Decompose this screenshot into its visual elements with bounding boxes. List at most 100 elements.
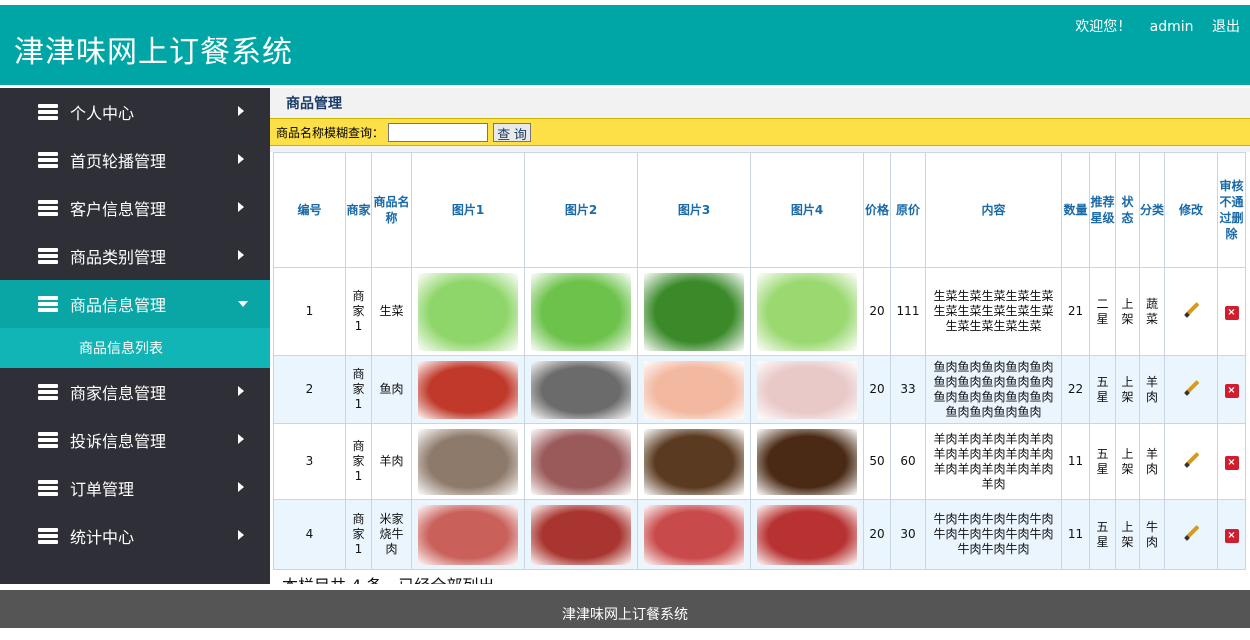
table-row: 4 商家1 米家烧牛肉 20 30 牛肉牛肉牛肉牛肉牛肉牛肉牛肉牛肉牛肉牛肉牛肉牛肉牛肉 1… xyxy=(273,499,1246,570)
product-image-2 xyxy=(531,360,631,419)
product-image-3 xyxy=(644,504,744,565)
cell-name: 生菜 xyxy=(379,304,404,318)
cell-quantity: 11 xyxy=(1067,527,1084,541)
product-image-2 xyxy=(531,428,631,495)
cell-content: 牛肉牛肉牛肉牛肉牛肉牛肉牛肉牛肉牛肉牛肉牛肉牛肉牛肉 xyxy=(933,512,1054,556)
column-header: 商品名称 xyxy=(371,152,412,268)
search-input[interactable] xyxy=(388,122,489,142)
product-image-1 xyxy=(418,360,518,419)
column-header: 推荐星级 xyxy=(1089,152,1116,268)
cell-shop: 商家1 xyxy=(352,439,365,483)
cell-quantity: 22 xyxy=(1067,382,1084,396)
cell-status: 上架 xyxy=(1121,519,1134,549)
cell-name: 米家烧牛肉 xyxy=(379,512,404,556)
sidebar-item-label: 个人中心 xyxy=(70,104,135,123)
cell-status: 上架 xyxy=(1121,446,1134,476)
main-content: 商品管理 商品名称模糊查询： 查 询 编号 商家 商品名称 图片1 图片2 图片3 图片4 价… xyxy=(270,88,1250,584)
product-image-2 xyxy=(531,504,631,565)
user-bar: 欢迎您！ admin 退出 xyxy=(1061,16,1240,36)
chevron-right-icon xyxy=(238,202,244,212)
table-row: 2 商家1 鱼肉 20 33 鱼肉鱼肉鱼肉鱼肉鱼肉鱼肉鱼肉鱼肉鱼肉鱼肉鱼肉鱼肉鱼肉鱼肉鱼肉… xyxy=(273,355,1246,424)
sidebar-item-3[interactable]: 商品类别管理 xyxy=(0,232,270,280)
table-row: 1 商家1 生菜 20 111 生菜生菜生菜生菜生菜生菜生菜生菜生菜生菜生菜生菜生菜生菜 2… xyxy=(273,267,1246,356)
delete-icon[interactable]: × xyxy=(1224,305,1239,320)
logout-link[interactable]: 退出 xyxy=(1212,19,1240,35)
sidebar-item-label: 订单管理 xyxy=(70,480,135,499)
cell-category: 蔬菜 xyxy=(1145,296,1158,326)
cell-price: 20 xyxy=(869,304,885,318)
sidebar-item-6[interactable]: 投诉信息管理 xyxy=(0,416,270,464)
sidebar-item-0[interactable]: 个人中心 xyxy=(0,88,270,136)
sidebar-item-8[interactable]: 统计中心 xyxy=(0,512,270,560)
sidebar-item-label: 统计中心 xyxy=(70,528,135,547)
cell-original-price: 111 xyxy=(896,304,920,318)
chevron-right-icon xyxy=(238,434,244,444)
sidebar-item-label: 商品类别管理 xyxy=(70,248,167,267)
cell-id: 1 xyxy=(305,304,314,318)
edit-icon[interactable] xyxy=(1183,451,1200,468)
sidebar-subitem-product-list[interactable]: 商品信息列表 xyxy=(0,328,270,368)
menu-icon xyxy=(38,480,60,496)
cell-quantity: 11 xyxy=(1067,454,1084,468)
table-row: 3 商家1 羊肉 50 60 羊肉羊肉羊肉羊肉羊肉羊肉羊肉羊肉羊肉羊肉羊肉羊肉羊肉羊肉羊肉… xyxy=(273,423,1246,500)
chevron-right-icon xyxy=(238,386,244,396)
menu-icon xyxy=(38,528,60,544)
cell-id: 2 xyxy=(305,382,314,396)
product-image-4 xyxy=(757,504,857,565)
product-image-3 xyxy=(644,272,744,351)
footer: 津津味网上订餐系统 xyxy=(0,590,1250,628)
product-table: 编号 商家 商品名称 图片1 图片2 图片3 图片4 价格 原价 内容 数量 推荐星级 状态 分类 修改 审核… xyxy=(273,152,1246,570)
product-image-1 xyxy=(418,272,518,351)
cell-shop: 商家1 xyxy=(352,289,365,333)
column-header: 图片2 xyxy=(524,152,638,268)
column-header: 价格 xyxy=(863,152,891,268)
column-header: 原价 xyxy=(890,152,926,268)
delete-icon[interactable]: × xyxy=(1224,455,1239,470)
list-summary: 本栏目共 4 条，已经全部列出 xyxy=(270,572,1250,584)
column-header: 图片4 xyxy=(750,152,864,268)
search-label: 商品名称模糊查询： xyxy=(276,125,385,140)
delete-icon[interactable]: × xyxy=(1224,383,1239,398)
sidebar-item-5[interactable]: 商家信息管理 xyxy=(0,368,270,416)
sidebar-item-2[interactable]: 客户信息管理 xyxy=(0,184,270,232)
breadcrumb: 商品管理 xyxy=(270,88,1250,118)
column-header: 数量 xyxy=(1061,152,1090,268)
sidebar-item-label: 商品信息管理 xyxy=(70,296,167,315)
sidebar-item-4[interactable]: 商品信息管理 xyxy=(0,280,270,328)
welcome-text: 欢迎您！ xyxy=(1075,19,1132,35)
chevron-down-icon xyxy=(238,301,248,307)
cell-id: 4 xyxy=(305,527,314,541)
menu-icon xyxy=(38,248,60,264)
sidebar-item-label: 客户信息管理 xyxy=(70,200,167,219)
footer-text: 津津味网上订餐系统 xyxy=(562,607,688,623)
sidebar-item-label: 商家信息管理 xyxy=(70,384,167,403)
search-bar: 商品名称模糊查询： 查 询 xyxy=(270,118,1250,146)
column-header: 审核不通过删除 xyxy=(1217,152,1246,268)
menu-icon xyxy=(38,104,60,120)
product-image-1 xyxy=(418,428,518,495)
menu-icon xyxy=(38,432,60,448)
sidebar-item-label: 投诉信息管理 xyxy=(70,432,167,451)
edit-icon[interactable] xyxy=(1183,301,1200,318)
cell-stars: 五星 xyxy=(1096,446,1109,476)
delete-icon[interactable]: × xyxy=(1224,528,1239,543)
username-link[interactable]: admin xyxy=(1150,19,1194,35)
edit-icon[interactable] xyxy=(1183,524,1200,541)
app-title: 津津味网上订餐系统 xyxy=(14,35,293,70)
cell-price: 50 xyxy=(869,454,885,468)
table-header-row: 编号 商家 商品名称 图片1 图片2 图片3 图片4 价格 原价 内容 数量 推荐星级 状态 分类 修改 审核… xyxy=(273,152,1246,268)
cell-quantity: 21 xyxy=(1067,304,1084,318)
app-header: 津津味网上订餐系统 欢迎您！ admin 退出 xyxy=(0,5,1250,85)
sidebar-item-1[interactable]: 首页轮播管理 xyxy=(0,136,270,184)
column-header: 内容 xyxy=(925,152,1062,268)
menu-icon xyxy=(38,296,60,312)
product-image-3 xyxy=(644,428,744,495)
cell-content: 羊肉羊肉羊肉羊肉羊肉羊肉羊肉羊肉羊肉羊肉羊肉羊肉羊肉羊肉羊肉羊肉 xyxy=(933,431,1054,491)
edit-icon[interactable] xyxy=(1183,379,1200,396)
cell-name: 鱼肉 xyxy=(379,382,404,396)
sidebar-item-label: 首页轮播管理 xyxy=(70,152,167,171)
cell-name: 羊肉 xyxy=(379,454,404,468)
sidebar-item-7[interactable]: 订单管理 xyxy=(0,464,270,512)
search-button[interactable]: 查 询 xyxy=(493,122,532,142)
cell-content: 鱼肉鱼肉鱼肉鱼肉鱼肉鱼肉鱼肉鱼肉鱼肉鱼肉鱼肉鱼肉鱼肉鱼肉鱼肉鱼肉鱼肉鱼肉鱼肉 xyxy=(933,359,1054,419)
